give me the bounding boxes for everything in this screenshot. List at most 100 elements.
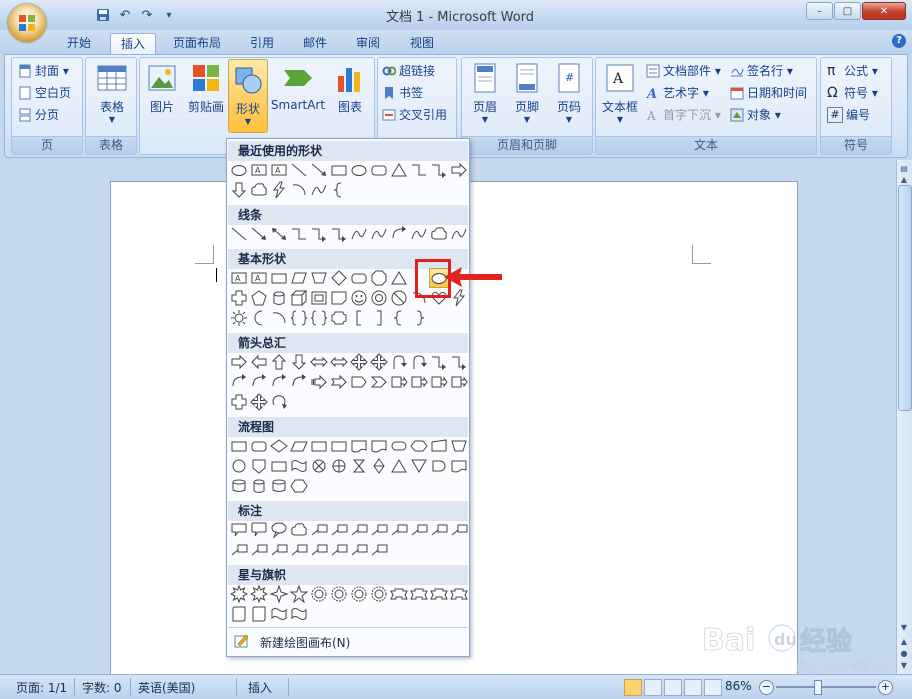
shape-proc-icon[interactable] [330, 437, 348, 455]
language[interactable]: 英语(美国) [138, 679, 195, 696]
shape-cloud-icon[interactable] [430, 225, 448, 243]
shape-rcallout-icon[interactable] [250, 521, 268, 539]
shape-rrect-icon[interactable] [370, 161, 388, 179]
shape-lcallout-icon[interactable] [350, 541, 368, 559]
shape-lr-icon[interactable] [310, 353, 328, 371]
shape-lbracket-icon[interactable] [350, 309, 368, 327]
shape-sumj-icon[interactable] [310, 457, 328, 475]
shape-cross-icon[interactable] [230, 289, 248, 307]
shape-burst-icon[interactable] [250, 585, 268, 603]
equation-button[interactable]: π 公式 ▾ [827, 62, 878, 80]
shape-doc-icon[interactable] [450, 457, 468, 475]
shape-bracket-icon[interactable] [310, 309, 328, 327]
shape-lcallout-icon[interactable] [330, 521, 348, 539]
scroll-down-icon[interactable]: ▼ [898, 622, 910, 634]
shape-frame-icon[interactable] [310, 289, 328, 307]
shape-curvarrow-icon[interactable] [250, 373, 268, 391]
shape-text-icon[interactable]: A [250, 269, 268, 287]
page-number-button[interactable]: # 页码 ▼ [550, 62, 588, 124]
web-layout-icon[interactable] [664, 679, 682, 696]
shape-rrect-icon[interactable] [350, 269, 368, 287]
shape-pent-icon[interactable] [250, 289, 268, 307]
shape-bolt-icon[interactable] [270, 181, 288, 199]
shape-smile-icon[interactable] [350, 289, 368, 307]
picture-button[interactable]: 图片 [144, 62, 180, 115]
help-icon[interactable]: ? [892, 34, 906, 48]
shapes-button[interactable]: 形状 ▼ [228, 59, 268, 133]
shape-rarrow-icon[interactable] [230, 353, 248, 371]
shape-lcallout-icon[interactable] [370, 541, 388, 559]
shape-para-icon[interactable] [290, 269, 308, 287]
shape-manual-icon[interactable] [430, 437, 448, 455]
shape-elbow-icon[interactable] [410, 161, 428, 179]
shape-lcallout-icon[interactable] [310, 521, 328, 539]
shape-ribbon-icon[interactable] [430, 585, 448, 603]
shape-ribbon-icon[interactable] [450, 585, 468, 603]
shape-lcallout-icon[interactable] [430, 521, 448, 539]
zoom-slider[interactable] [776, 686, 876, 688]
smartart-button[interactable]: SmartArt [270, 62, 326, 112]
shape-uturn-icon[interactable] [390, 353, 408, 371]
tab-review[interactable]: 审阅 [346, 33, 390, 54]
shape-seal-icon[interactable] [370, 585, 388, 603]
shape-trap-icon[interactable] [310, 269, 328, 287]
shape-quad-icon[interactable] [250, 393, 268, 411]
shape-arrowline-icon[interactable] [250, 225, 268, 243]
shape-can-icon[interactable] [270, 289, 288, 307]
shape-disk-icon[interactable] [270, 477, 288, 495]
shape-scroll-icon[interactable] [250, 605, 268, 623]
shape-arc-icon[interactable] [270, 309, 288, 327]
shape-merge-icon[interactable] [410, 457, 428, 475]
clipart-button[interactable]: 剪贴画 [186, 62, 226, 115]
shape-line-icon[interactable] [290, 161, 308, 179]
undo-icon[interactable]: ↶ [116, 6, 134, 24]
shape-curve-icon[interactable] [370, 225, 388, 243]
draft-icon[interactable] [704, 679, 722, 696]
office-button[interactable] [8, 4, 46, 42]
shape-rect-icon[interactable] [270, 269, 288, 287]
zoom-slider-thumb[interactable] [814, 680, 822, 695]
shape-curvarrow-icon[interactable] [390, 225, 408, 243]
shape-larrow-icon[interactable] [250, 353, 268, 371]
shape-elbowarr-icon[interactable] [310, 225, 328, 243]
shape-uarrow-icon[interactable] [270, 353, 288, 371]
page-break-button[interactable]: 分页 [18, 106, 59, 124]
shape-rbrace-icon[interactable] [410, 309, 428, 327]
shape-seal-icon[interactable] [350, 585, 368, 603]
shape-callarrow-icon[interactable] [430, 373, 448, 391]
shape-pentarrow-icon[interactable] [350, 373, 368, 391]
shape-curve-icon[interactable] [350, 225, 368, 243]
shape-lcallout-icon[interactable] [270, 541, 288, 559]
shape-elbowarr-icon[interactable] [430, 161, 448, 179]
shape-lcallout-icon[interactable] [450, 521, 468, 539]
shape-notch-icon[interactable] [330, 373, 348, 391]
tab-view[interactable]: 视图 [400, 33, 444, 54]
print-layout-icon[interactable] [624, 679, 642, 696]
shape-cube-icon[interactable] [290, 289, 308, 307]
numbering-button[interactable]: # 编号 [827, 106, 870, 124]
shape-ribbon-icon[interactable] [410, 585, 428, 603]
shape-elbowarr-icon[interactable] [330, 225, 348, 243]
shape-or-icon[interactable] [330, 457, 348, 475]
shape-uturn-icon[interactable] [410, 353, 428, 371]
shape-curve-icon[interactable] [310, 181, 328, 199]
close-button[interactable]: ✕ [862, 2, 906, 20]
shape-star5-icon[interactable] [290, 585, 308, 603]
shape-rrect-icon[interactable] [250, 437, 268, 455]
shape-oval-icon[interactable] [230, 161, 248, 179]
drop-cap-button[interactable]: A 首字下沉 ▾ [646, 106, 721, 124]
shape-text-icon[interactable]: A [270, 161, 288, 179]
shape-lr-icon[interactable] [330, 353, 348, 371]
shape-callarrow-icon[interactable] [450, 373, 468, 391]
shape-text-icon[interactable]: A [230, 269, 248, 287]
shape-sort-icon[interactable] [370, 457, 388, 475]
tab-mailings[interactable]: 邮件 [293, 33, 337, 54]
shape-quad-icon[interactable] [350, 353, 368, 371]
wordart-button[interactable]: A 艺术字 ▾ [645, 84, 709, 102]
shape-bracket-icon[interactable] [290, 309, 308, 327]
shape-tri-icon[interactable] [390, 269, 408, 287]
shape-scroll-icon[interactable] [230, 605, 248, 623]
shape-curve-icon[interactable] [450, 225, 468, 243]
shape-lbrace-icon[interactable] [330, 181, 348, 199]
full-screen-reading-icon[interactable] [644, 679, 662, 696]
